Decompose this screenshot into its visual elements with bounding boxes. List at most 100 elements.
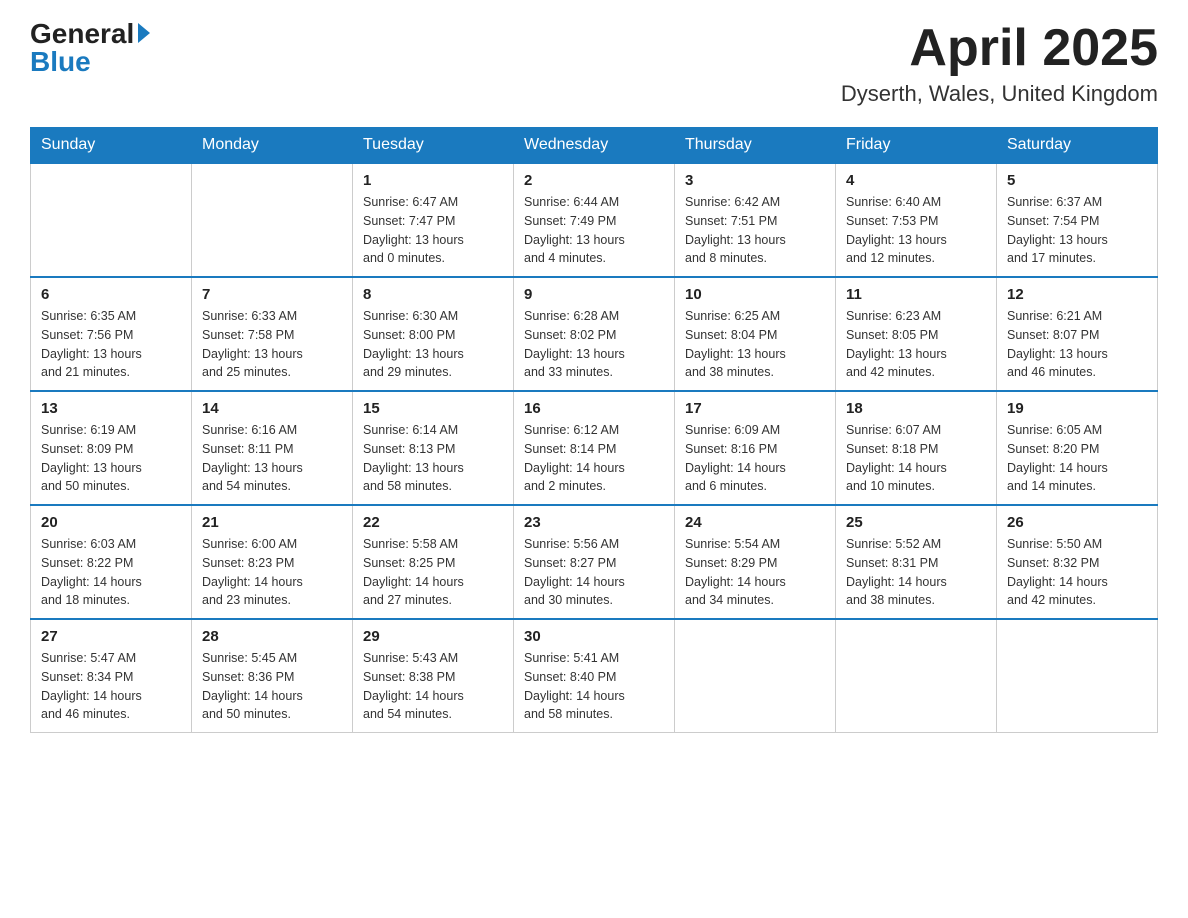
day-info: Sunrise: 6:35 AMSunset: 7:56 PMDaylight:… xyxy=(41,307,181,382)
day-number: 21 xyxy=(202,514,342,531)
calendar-cell xyxy=(836,619,997,733)
day-info: Sunrise: 6:30 AMSunset: 8:00 PMDaylight:… xyxy=(363,307,503,382)
day-number: 3 xyxy=(685,172,825,189)
calendar-cell: 9 Sunrise: 6:28 AMSunset: 8:02 PMDaylight… xyxy=(514,277,675,391)
calendar-day-header: Monday xyxy=(192,128,353,164)
day-info: Sunrise: 6:12 AMSunset: 8:14 PMDaylight:… xyxy=(524,421,664,496)
day-info: Sunrise: 6:19 AMSunset: 8:09 PMDaylight:… xyxy=(41,421,181,496)
day-number: 18 xyxy=(846,400,986,417)
calendar-cell: 19 Sunrise: 6:05 AMSunset: 8:20 PMDayligh… xyxy=(997,391,1158,505)
day-number: 14 xyxy=(202,400,342,417)
calendar-cell: 10 Sunrise: 6:25 AMSunset: 8:04 PMDayligh… xyxy=(675,277,836,391)
day-number: 24 xyxy=(685,514,825,531)
calendar-cell xyxy=(675,619,836,733)
calendar-cell: 14Sunrise: 6:16 AMSunset: 8:11 PMDayligh… xyxy=(192,391,353,505)
day-info: Sunrise: 6:33 AMSunset: 7:58 PMDaylight:… xyxy=(202,307,342,382)
calendar-cell: 4Sunrise: 6:40 AMSunset: 7:53 PMDaylight… xyxy=(836,163,997,277)
day-info: Sunrise: 5:47 AMSunset: 8:34 PMDaylight:… xyxy=(41,649,181,724)
day-number: 9 xyxy=(524,286,664,303)
calendar-cell: 23 Sunrise: 5:56 AMSunset: 8:27 PMDayligh… xyxy=(514,505,675,619)
day-info: Sunrise: 6:44 AMSunset: 7:49 PMDaylight:… xyxy=(524,193,664,268)
day-number: 22 xyxy=(363,514,503,531)
calendar-cell: 24 Sunrise: 5:54 AMSunset: 8:29 PMDayligh… xyxy=(675,505,836,619)
calendar-cell xyxy=(31,163,192,277)
calendar-cell: 12 Sunrise: 6:21 AMSunset: 8:07 PMDayligh… xyxy=(997,277,1158,391)
day-number: 19 xyxy=(1007,400,1147,417)
calendar-cell: 21Sunrise: 6:00 AMSunset: 8:23 PMDayligh… xyxy=(192,505,353,619)
day-number: 10 xyxy=(685,286,825,303)
day-number: 16 xyxy=(524,400,664,417)
day-number: 5 xyxy=(1007,172,1147,189)
calendar-day-header: Thursday xyxy=(675,128,836,164)
calendar-cell: 5Sunrise: 6:37 AMSunset: 7:54 PMDaylight… xyxy=(997,163,1158,277)
day-info: Sunrise: 5:58 AMSunset: 8:25 PMDaylight:… xyxy=(363,535,503,610)
day-info: Sunrise: 6:47 AMSunset: 7:47 PMDaylight:… xyxy=(363,193,503,268)
calendar-day-header: Friday xyxy=(836,128,997,164)
calendar-cell: 2 Sunrise: 6:44 AMSunset: 7:49 PMDaylight… xyxy=(514,163,675,277)
day-info: Sunrise: 6:25 AMSunset: 8:04 PMDaylight:… xyxy=(685,307,825,382)
calendar-day-header: Wednesday xyxy=(514,128,675,164)
calendar-cell: 27 Sunrise: 5:47 AMSunset: 8:34 PMDayligh… xyxy=(31,619,192,733)
day-number: 25 xyxy=(846,514,986,531)
calendar-cell: 16 Sunrise: 6:12 AMSunset: 8:14 PMDayligh… xyxy=(514,391,675,505)
day-number: 12 xyxy=(1007,286,1147,303)
calendar-week-row: 27 Sunrise: 5:47 AMSunset: 8:34 PMDayligh… xyxy=(31,619,1158,733)
calendar-cell: 8Sunrise: 6:30 AMSunset: 8:00 PMDaylight… xyxy=(353,277,514,391)
day-info: Sunrise: 6:40 AMSunset: 7:53 PMDaylight:… xyxy=(846,193,986,268)
day-number: 17 xyxy=(685,400,825,417)
day-info: Sunrise: 5:41 AMSunset: 8:40 PMDaylight:… xyxy=(524,649,664,724)
day-info: Sunrise: 5:54 AMSunset: 8:29 PMDaylight:… xyxy=(685,535,825,610)
logo-triangle-icon xyxy=(138,23,150,43)
day-number: 2 xyxy=(524,172,664,189)
day-number: 23 xyxy=(524,514,664,531)
logo: General Blue xyxy=(30,20,150,76)
calendar-cell: 26 Sunrise: 5:50 AMSunset: 8:32 PMDayligh… xyxy=(997,505,1158,619)
calendar-cell: 29 Sunrise: 5:43 AMSunset: 8:38 PMDayligh… xyxy=(353,619,514,733)
day-info: Sunrise: 6:21 AMSunset: 8:07 PMDaylight:… xyxy=(1007,307,1147,382)
day-info: Sunrise: 6:09 AMSunset: 8:16 PMDaylight:… xyxy=(685,421,825,496)
day-info: Sunrise: 6:28 AMSunset: 8:02 PMDaylight:… xyxy=(524,307,664,382)
page-header: General Blue April 2025 Dyserth, Wales, … xyxy=(30,20,1158,107)
day-number: 27 xyxy=(41,628,181,645)
logo-blue-text: Blue xyxy=(30,48,91,76)
calendar-cell xyxy=(997,619,1158,733)
calendar-cell: 11 Sunrise: 6:23 AMSunset: 8:05 PMDayligh… xyxy=(836,277,997,391)
day-info: Sunrise: 6:07 AMSunset: 8:18 PMDaylight:… xyxy=(846,421,986,496)
day-info: Sunrise: 6:05 AMSunset: 8:20 PMDaylight:… xyxy=(1007,421,1147,496)
calendar-week-row: 13Sunrise: 6:19 AMSunset: 8:09 PMDayligh… xyxy=(31,391,1158,505)
day-number: 26 xyxy=(1007,514,1147,531)
day-number: 28 xyxy=(202,628,342,645)
location-subtitle: Dyserth, Wales, United Kingdom xyxy=(841,81,1158,107)
calendar-table: SundayMondayTuesdayWednesdayThursdayFrid… xyxy=(30,127,1158,733)
calendar-cell xyxy=(192,163,353,277)
day-number: 11 xyxy=(846,286,986,303)
calendar-cell: 30Sunrise: 5:41 AMSunset: 8:40 PMDayligh… xyxy=(514,619,675,733)
day-number: 7 xyxy=(202,286,342,303)
month-year-title: April 2025 xyxy=(841,20,1158,77)
calendar-day-header: Tuesday xyxy=(353,128,514,164)
calendar-cell: 20Sunrise: 6:03 AMSunset: 8:22 PMDayligh… xyxy=(31,505,192,619)
day-info: Sunrise: 5:56 AMSunset: 8:27 PMDaylight:… xyxy=(524,535,664,610)
day-info: Sunrise: 5:43 AMSunset: 8:38 PMDaylight:… xyxy=(363,649,503,724)
calendar-day-header: Sunday xyxy=(31,128,192,164)
day-number: 29 xyxy=(363,628,503,645)
calendar-header-row: SundayMondayTuesdayWednesdayThursdayFrid… xyxy=(31,128,1158,164)
calendar-week-row: 1Sunrise: 6:47 AMSunset: 7:47 PMDaylight… xyxy=(31,163,1158,277)
calendar-cell: 3Sunrise: 6:42 AMSunset: 7:51 PMDaylight… xyxy=(675,163,836,277)
calendar-cell: 22 Sunrise: 5:58 AMSunset: 8:25 PMDayligh… xyxy=(353,505,514,619)
calendar-cell: 17 Sunrise: 6:09 AMSunset: 8:16 PMDayligh… xyxy=(675,391,836,505)
calendar-cell: 7 Sunrise: 6:33 AMSunset: 7:58 PMDaylight… xyxy=(192,277,353,391)
calendar-cell: 15Sunrise: 6:14 AMSunset: 8:13 PMDayligh… xyxy=(353,391,514,505)
calendar-cell: 18 Sunrise: 6:07 AMSunset: 8:18 PMDayligh… xyxy=(836,391,997,505)
day-info: Sunrise: 5:50 AMSunset: 8:32 PMDaylight:… xyxy=(1007,535,1147,610)
logo-general-text: General xyxy=(30,20,134,48)
calendar-cell: 28Sunrise: 5:45 AMSunset: 8:36 PMDayligh… xyxy=(192,619,353,733)
day-number: 20 xyxy=(41,514,181,531)
calendar-day-header: Saturday xyxy=(997,128,1158,164)
calendar-cell: 1Sunrise: 6:47 AMSunset: 7:47 PMDaylight… xyxy=(353,163,514,277)
title-block: April 2025 Dyserth, Wales, United Kingdo… xyxy=(841,20,1158,107)
day-number: 15 xyxy=(363,400,503,417)
day-info: Sunrise: 5:52 AMSunset: 8:31 PMDaylight:… xyxy=(846,535,986,610)
calendar-cell: 13Sunrise: 6:19 AMSunset: 8:09 PMDayligh… xyxy=(31,391,192,505)
day-info: Sunrise: 6:23 AMSunset: 8:05 PMDaylight:… xyxy=(846,307,986,382)
